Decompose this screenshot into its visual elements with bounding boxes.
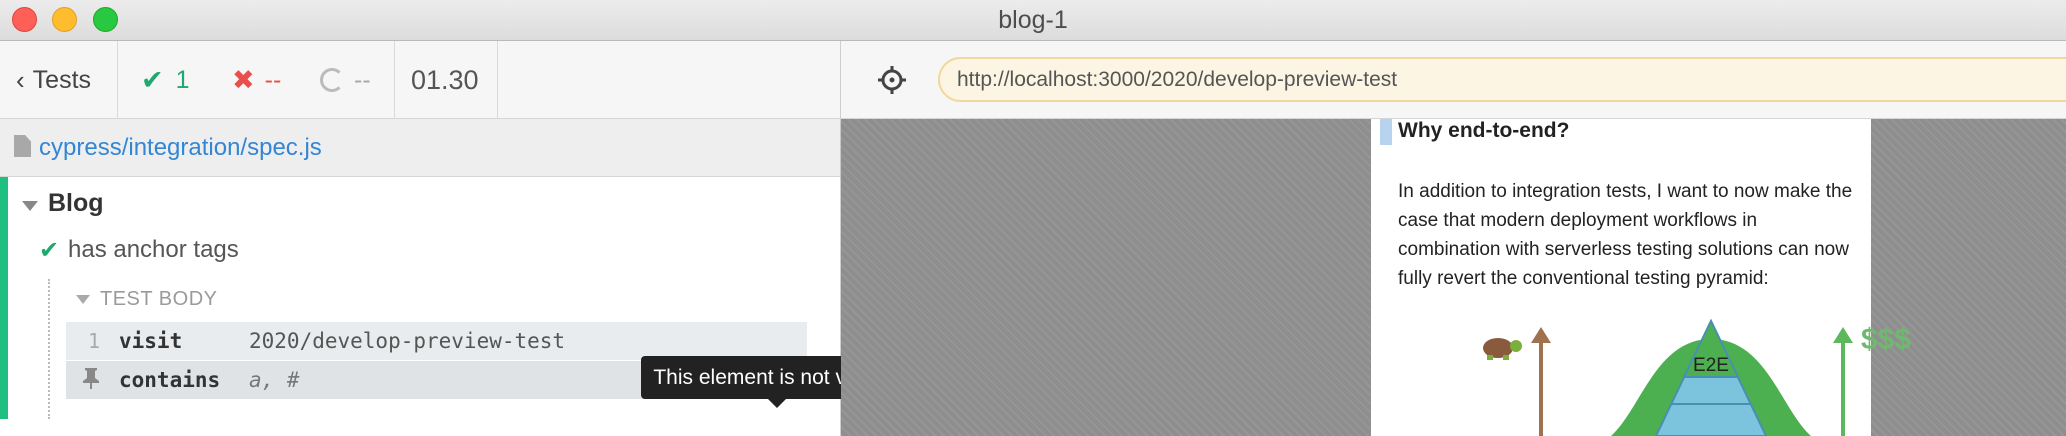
suite-title[interactable]: Blog <box>48 189 104 218</box>
tooltip-arrow <box>768 399 786 408</box>
pass-status-strip <box>0 177 8 419</box>
back-to-tests-button[interactable]: ‹ Tests <box>16 41 91 119</box>
command-name: visit <box>119 329 183 353</box>
heading-marker <box>1380 119 1392 145</box>
checkmark-icon: ✔ <box>141 64 164 95</box>
window-title: blog-1 <box>998 6 1068 34</box>
divider <box>117 41 118 119</box>
reporter-panel: ‹ Tests ✔ 1 ✖ -- -- 01.30 cypress/integr… <box>0 41 912 436</box>
command-name: contains <box>119 368 221 392</box>
file-icon <box>14 135 31 157</box>
divider <box>497 41 498 119</box>
app-under-test-panel: http://localhost:3000/2020/develop-previ… <box>841 41 2066 436</box>
failed-stat: ✖ -- <box>232 41 281 119</box>
aut-viewport: Why end-to-end? In addition to integrati… <box>841 119 2066 436</box>
x-icon: ✖ <box>232 64 255 95</box>
caret-down-icon[interactable] <box>22 201 38 211</box>
test-body-label[interactable]: TEST BODY <box>100 288 218 311</box>
passed-count: 1 <box>175 65 190 94</box>
test-title[interactable]: has anchor tags <box>68 236 239 264</box>
command-number: 1 <box>88 329 101 353</box>
pyramid-label: E2E <box>1693 355 1729 376</box>
chevron-left-icon: ‹ <box>16 64 25 95</box>
command-row[interactable]: 1 visit 2020/develop-preview-test <box>66 322 807 360</box>
aut-header: http://localhost:3000/2020/develop-previ… <box>841 41 2066 119</box>
turtle-icon <box>1483 338 1522 360</box>
pin-icon[interactable] <box>82 367 100 394</box>
divider <box>394 41 395 119</box>
pending-count: -- <box>354 65 371 94</box>
indent-line <box>48 279 50 419</box>
spec-file-link[interactable]: cypress/integration/spec.js <box>39 134 322 162</box>
spinner-icon <box>320 68 344 92</box>
testing-pyramid-image: E2E <box>1483 319 1853 436</box>
back-label: Tests <box>32 65 92 94</box>
app-page: Why end-to-end? In addition to integrati… <box>1371 119 1911 436</box>
crosshair-icon[interactable] <box>877 65 907 95</box>
cost-label: $$$ <box>1861 323 1912 356</box>
article-paragraph: In addition to integration tests, I want… <box>1398 181 1853 289</box>
duration-stat: 01.30 <box>411 64 479 95</box>
url-bar[interactable]: http://localhost:3000/2020/develop-previ… <box>938 57 2066 102</box>
spec-file-bar: cypress/integration/spec.js <box>0 119 840 177</box>
command-message: a, # <box>249 368 300 392</box>
passed-stat: ✔ 1 <box>141 41 190 119</box>
reporter-stats-bar: ‹ Tests ✔ 1 ✖ -- -- 01.30 <box>0 41 840 119</box>
command-message: 2020/develop-preview-test <box>249 329 566 353</box>
checkmark-icon: ✔ <box>39 237 60 264</box>
failed-count: -- <box>264 65 282 94</box>
window-titlebar: blog-1 <box>0 0 2066 41</box>
article-heading: Why end-to-end? <box>1398 119 1570 142</box>
pending-stat: -- <box>320 41 371 119</box>
caret-down-icon[interactable] <box>76 295 90 304</box>
